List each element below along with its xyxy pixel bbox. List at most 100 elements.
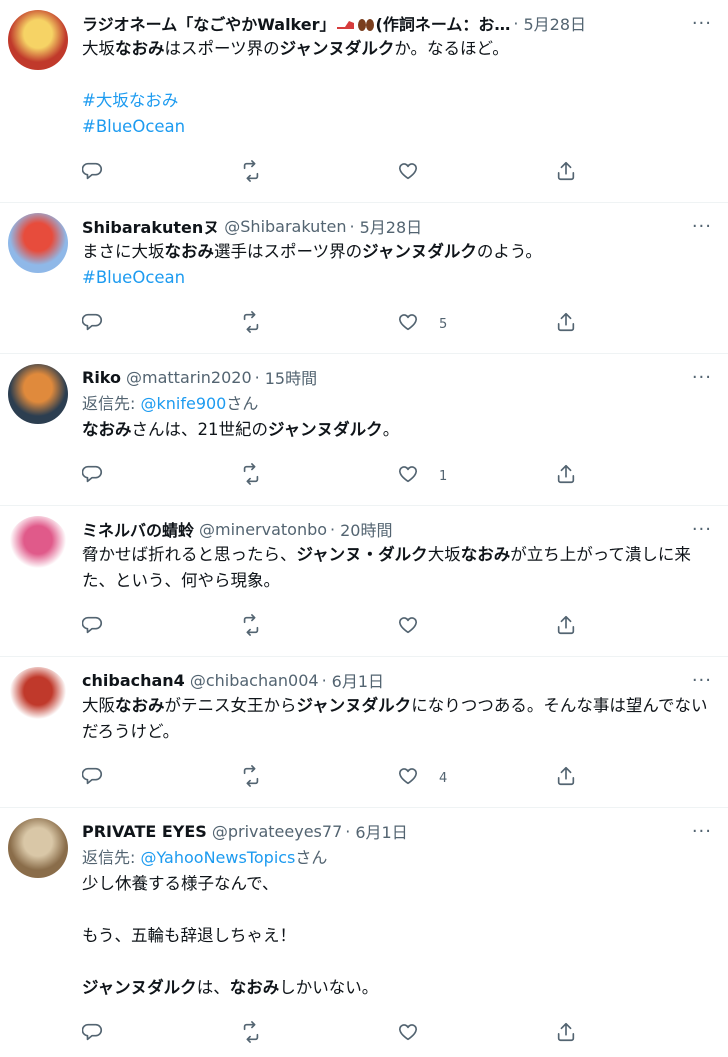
- separator: ·: [321, 670, 327, 690]
- reply-button[interactable]: [81, 765, 240, 791]
- tweet[interactable]: Shibarakutenヌ @Shibarakuten · 5月28日 ··· まさに大坂…: [0, 203, 728, 354]
- avatar[interactable]: [8, 818, 68, 878]
- retweet-icon[interactable]: [240, 311, 262, 337]
- highlighted-text: ジャンヌダルク: [362, 242, 477, 261]
- share-icon[interactable]: [555, 463, 577, 489]
- heart-icon[interactable]: [397, 311, 419, 337]
- reply-icon[interactable]: [81, 765, 104, 791]
- user-handle[interactable]: @chibachan004: [190, 671, 319, 690]
- heart-icon[interactable]: [397, 463, 419, 489]
- like-button[interactable]: [397, 614, 555, 640]
- tweet[interactable]: PRIVATE EYES @privateeyes77 · 6月1日 ··· 返信先: @…: [0, 808, 728, 1057]
- like-button[interactable]: 4: [397, 765, 555, 791]
- retweet-icon[interactable]: [240, 463, 262, 489]
- retweet-button[interactable]: [240, 160, 398, 186]
- avatar[interactable]: [8, 10, 68, 70]
- reply-button[interactable]: [81, 463, 240, 489]
- retweet-button[interactable]: [240, 614, 398, 640]
- heart-icon[interactable]: [397, 765, 419, 791]
- text-segment: か。なるほど。: [394, 39, 509, 58]
- reply-button[interactable]: [81, 614, 240, 640]
- timestamp[interactable]: 6月1日: [355, 819, 407, 843]
- more-options-icon[interactable]: ···: [682, 670, 712, 691]
- share-button[interactable]: [555, 614, 713, 640]
- like-button[interactable]: 5: [397, 311, 555, 337]
- display-name[interactable]: Shibarakutenヌ: [82, 214, 219, 238]
- like-button[interactable]: 1: [397, 463, 555, 489]
- reply-icon[interactable]: [81, 311, 104, 337]
- share-button[interactable]: [555, 160, 713, 186]
- reply-icon[interactable]: [81, 463, 104, 489]
- reply-icon[interactable]: [81, 614, 104, 640]
- retweet-icon[interactable]: [240, 614, 262, 640]
- more-options-icon[interactable]: ···: [682, 821, 712, 842]
- user-handle[interactable]: @mattarin2020: [126, 368, 252, 387]
- reply-button[interactable]: [81, 160, 240, 186]
- shoe-emoji-icon: [336, 16, 356, 30]
- avatar[interactable]: [8, 667, 68, 727]
- reply-to-handle[interactable]: @YahooNewsTopics: [140, 848, 295, 867]
- avatar[interactable]: [8, 213, 68, 273]
- retweet-icon[interactable]: [240, 1021, 262, 1047]
- tweet-text: 脅かせば折れると思ったら、ジャンヌ・ダルク大坂なおみが立ち上がって潰しに来た、と…: [82, 542, 712, 594]
- share-icon[interactable]: [555, 160, 577, 186]
- share-button[interactable]: [555, 463, 713, 489]
- share-icon[interactable]: [555, 1021, 577, 1047]
- more-options-icon[interactable]: ···: [682, 367, 712, 388]
- retweet-button[interactable]: [240, 1021, 398, 1047]
- text-line: #BlueOcean: [82, 114, 712, 140]
- reply-button[interactable]: [81, 311, 240, 337]
- retweet-button[interactable]: [240, 311, 398, 337]
- text-segment: 。: [382, 420, 400, 439]
- user-handle[interactable]: @minervatonbo: [199, 520, 327, 539]
- user-handle[interactable]: @Shibarakuten: [224, 217, 346, 236]
- tweet-actions: [81, 148, 713, 198]
- hashtag-link[interactable]: #大坂なおみ: [82, 88, 712, 114]
- timestamp[interactable]: 5月28日: [360, 214, 423, 238]
- tweet[interactable]: ラジオネーム「なごやかWalker」 (作詞ネーム：お… · 5月28日 ··· 大坂なお…: [0, 0, 728, 203]
- tweet-actions: 5: [81, 299, 713, 349]
- like-button[interactable]: [397, 160, 555, 186]
- hashtag-link[interactable]: #BlueOcean: [82, 114, 712, 140]
- reply-to-handle[interactable]: @knife900: [140, 394, 226, 413]
- hashtag-link[interactable]: #BlueOcean: [82, 265, 712, 291]
- tweet[interactable]: Riko @mattarin2020 · 15時間 ··· 返信先: @knife900さ…: [0, 354, 728, 506]
- heart-icon[interactable]: [397, 614, 419, 640]
- timestamp[interactable]: 15時間: [265, 365, 317, 389]
- more-options-icon[interactable]: ···: [682, 13, 712, 34]
- timestamp[interactable]: 5月28日: [523, 11, 586, 35]
- reply-icon[interactable]: [81, 1021, 104, 1047]
- share-button[interactable]: [555, 1021, 713, 1047]
- more-options-icon[interactable]: ···: [682, 519, 712, 540]
- tweet[interactable]: chibachan4 @chibachan004 · 6月1日 ··· 大阪なおみがテニス…: [0, 657, 728, 808]
- display-name-tail[interactable]: (作詞ネーム：お…: [376, 11, 511, 35]
- separator: ·: [330, 519, 336, 539]
- like-button[interactable]: [397, 1021, 555, 1047]
- display-name[interactable]: ラジオネーム「なごやかWalker」: [82, 11, 336, 35]
- retweet-icon[interactable]: [240, 160, 262, 186]
- reply-button[interactable]: [81, 1021, 240, 1047]
- share-icon[interactable]: [555, 765, 577, 791]
- share-icon[interactable]: [555, 311, 577, 337]
- display-name[interactable]: PRIVATE EYES: [82, 822, 207, 841]
- retweet-icon[interactable]: [240, 765, 262, 791]
- display-name[interactable]: chibachan4: [82, 671, 185, 690]
- timestamp[interactable]: 20時間: [340, 517, 392, 541]
- more-options-icon[interactable]: ···: [682, 216, 712, 237]
- share-button[interactable]: [555, 765, 713, 791]
- heart-icon[interactable]: [397, 160, 419, 186]
- retweet-button[interactable]: [240, 463, 398, 489]
- display-name[interactable]: Riko: [82, 368, 121, 387]
- avatar[interactable]: [8, 516, 68, 576]
- user-handle[interactable]: @privateeyes77: [212, 822, 342, 841]
- text-line: 大坂なおみはスポーツ界のジャンヌダルクか。なるほど。: [82, 36, 712, 62]
- share-button[interactable]: [555, 311, 713, 337]
- share-icon[interactable]: [555, 614, 577, 640]
- retweet-button[interactable]: [240, 765, 398, 791]
- avatar[interactable]: [8, 364, 68, 424]
- display-name[interactable]: ミネルバの蜻蛉: [82, 517, 194, 541]
- tweet[interactable]: ミネルバの蜻蛉 @minervatonbo · 20時間 ··· 脅かせば折れると思ったら…: [0, 506, 728, 657]
- heart-icon[interactable]: [397, 1021, 419, 1047]
- timestamp[interactable]: 6月1日: [332, 668, 384, 692]
- reply-icon[interactable]: [81, 160, 104, 186]
